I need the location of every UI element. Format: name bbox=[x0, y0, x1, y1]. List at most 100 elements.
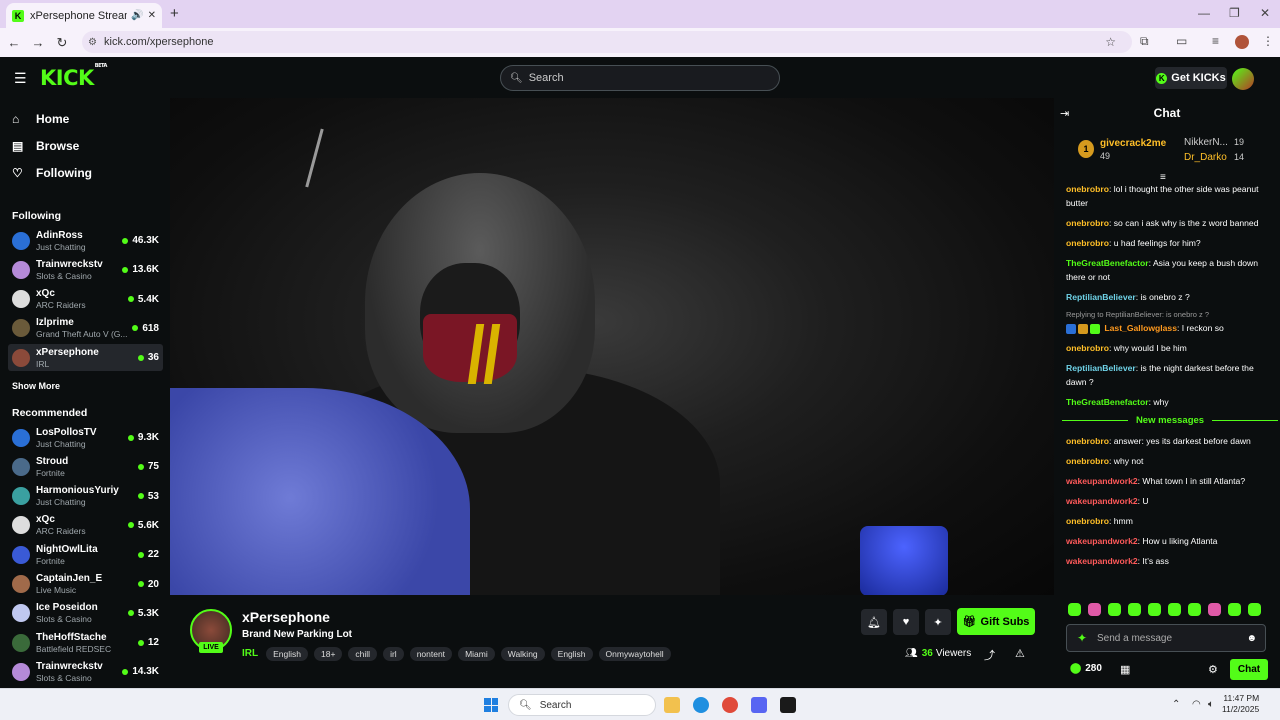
close-window-icon[interactable]: ✕ bbox=[1260, 6, 1270, 20]
kick-logo[interactable]: KICKBETA bbox=[40, 63, 107, 90]
media-control-icon[interactable]: ≡ bbox=[1212, 34, 1219, 48]
emoji-icon[interactable]: ☻ bbox=[1246, 633, 1257, 644]
minimize-icon[interactable]: — bbox=[1198, 6, 1210, 20]
browser-profile-avatar[interactable] bbox=[1235, 35, 1249, 49]
stream-tag[interactable]: English bbox=[550, 647, 593, 661]
sidebar-channel[interactable]: LosPollosTV Just Chatting 9.3K bbox=[8, 424, 163, 451]
stream-tag[interactable]: 18+ bbox=[314, 647, 343, 661]
sidebar-channel[interactable]: HarmoniousYuriy Just Chatting 53 bbox=[8, 483, 163, 510]
taskbar-search[interactable]: 🔍︎ Search bbox=[508, 694, 656, 716]
stream-tag[interactable]: irl bbox=[383, 647, 404, 661]
windows-start-icon[interactable] bbox=[484, 698, 498, 712]
nav-browse[interactable]: ▤ Browse bbox=[12, 139, 79, 153]
chat-username[interactable]: onebrobro bbox=[1066, 436, 1109, 446]
sidebar-channel[interactable]: Trainwreckstv Slots & Casino 14.3K bbox=[8, 658, 163, 685]
chat-input[interactable]: ✦ Send a message ☻ bbox=[1066, 624, 1266, 652]
wifi-icon[interactable]: ◠ bbox=[1192, 699, 1201, 710]
emote-icon[interactable] bbox=[1068, 603, 1081, 616]
chat-username[interactable]: Last_Gallowglass bbox=[1104, 323, 1177, 333]
file-explorer-icon[interactable] bbox=[664, 697, 680, 713]
site-info-icon[interactable]: ⚙ bbox=[88, 37, 97, 48]
emote-icon[interactable] bbox=[1248, 603, 1261, 616]
stream-tag[interactable]: English bbox=[266, 647, 308, 661]
get-kicks-button[interactable]: K Get KICKs bbox=[1155, 67, 1227, 89]
chat-username[interactable]: onebrobro bbox=[1066, 184, 1109, 194]
streamer-name[interactable]: xPersephone bbox=[242, 609, 330, 625]
sparkle-icon[interactable]: ✦ bbox=[1077, 631, 1087, 645]
stream-tag[interactable]: chill bbox=[348, 647, 378, 661]
bookmark-star-icon[interactable]: ☆ bbox=[1105, 35, 1116, 49]
sidebar-channel[interactable]: NightOwlLita Fortnite 22 bbox=[8, 541, 163, 568]
chat-username[interactable]: wakeupandwork2 bbox=[1066, 496, 1138, 506]
sidebar-channel[interactable]: xQc ARC Raiders 5.6K bbox=[8, 512, 163, 539]
leader-name[interactable]: Dr_Darko bbox=[1184, 152, 1227, 163]
report-icon[interactable]: ⚠ bbox=[1015, 647, 1025, 660]
notification-bell-button[interactable]: 🔔︎ bbox=[861, 609, 887, 635]
follow-button[interactable]: ♥ bbox=[893, 609, 919, 635]
new-tab-button[interactable]: + bbox=[170, 5, 179, 22]
sparkle-button[interactable]: ✦ bbox=[925, 609, 951, 635]
chat-username[interactable]: onebrobro bbox=[1066, 238, 1109, 248]
emote-icon[interactable] bbox=[1228, 603, 1241, 616]
emote-icon[interactable] bbox=[1108, 603, 1121, 616]
stream-tag[interactable]: Walking bbox=[500, 647, 545, 661]
sidebar-channel[interactable]: Trainwreckstv Slots & Casino 13.6K bbox=[8, 256, 163, 283]
chat-username[interactable]: onebrobro bbox=[1066, 218, 1109, 228]
volume-icon[interactable]: 🔈︎ bbox=[1208, 699, 1214, 710]
gift-subs-button[interactable]: 🎁︎ Gift Subs bbox=[957, 608, 1035, 635]
category-link[interactable]: IRL bbox=[242, 648, 258, 659]
gear-icon[interactable]: ⚙ bbox=[1208, 663, 1218, 676]
sidebar-channel[interactable]: AdinRoss Just Chatting 46.3K bbox=[8, 227, 163, 254]
video-player[interactable] bbox=[170, 98, 1054, 595]
share-icon[interactable]: ⤴ bbox=[984, 647, 995, 663]
tray-chevron-icon[interactable]: ⌃ bbox=[1172, 699, 1180, 710]
menu-icon[interactable]: ☰ bbox=[14, 70, 27, 87]
chat-username[interactable]: wakeupandwork2 bbox=[1066, 476, 1138, 486]
nav-home[interactable]: ⌂ Home bbox=[12, 112, 69, 126]
back-icon[interactable]: ← bbox=[2, 35, 26, 50]
emote-icon[interactable] bbox=[1208, 603, 1221, 616]
url-bar[interactable]: ⚙ kick.com/xpersephone ☆ bbox=[82, 31, 1132, 53]
sidebar-channel[interactable]: Izlprime Grand Theft Auto V (G... 618 bbox=[8, 315, 163, 342]
speaker-icon[interactable]: 🔊 bbox=[131, 10, 143, 21]
close-tab-icon[interactable]: ✕ bbox=[148, 10, 156, 21]
kick-app-icon[interactable] bbox=[780, 697, 796, 713]
store-icon[interactable]: ▦ bbox=[1120, 663, 1130, 676]
sidebar-channel[interactable]: Stroud Fortnite 75 bbox=[8, 453, 163, 480]
leader-name[interactable]: givecrack2me bbox=[1100, 138, 1166, 149]
emote-icon[interactable] bbox=[1188, 603, 1201, 616]
emote-icon[interactable] bbox=[1088, 603, 1101, 616]
chat-username[interactable]: ReptilianBeliever bbox=[1066, 292, 1136, 302]
chat-username[interactable]: onebrobro bbox=[1066, 343, 1109, 353]
maximize-icon[interactable]: ❐ bbox=[1229, 6, 1240, 20]
chrome-icon[interactable] bbox=[722, 697, 738, 713]
sidebar-channel[interactable]: TheHoffStache Battlefield REDSEC 12 bbox=[8, 629, 163, 656]
edge-icon[interactable] bbox=[693, 697, 709, 713]
chat-username[interactable]: wakeupandwork2 bbox=[1066, 556, 1138, 566]
chat-username[interactable]: TheGreatBenefactor bbox=[1066, 397, 1149, 407]
sidebar-channel[interactable]: xPersephone IRL 36 bbox=[8, 344, 163, 372]
chat-username[interactable]: onebrobro bbox=[1066, 516, 1109, 526]
nav-following[interactable]: ♡ Following bbox=[12, 166, 92, 180]
sidebar-channel[interactable]: xQc ARC Raiders 5.4K bbox=[8, 286, 163, 313]
reload-icon[interactable]: ↻ bbox=[50, 35, 74, 51]
chat-username[interactable]: onebrobro bbox=[1066, 456, 1109, 466]
sidebar-channel[interactable]: CaptainJen_E Live Music 20 bbox=[8, 571, 163, 598]
chat-username[interactable]: wakeupandwork2 bbox=[1066, 536, 1138, 546]
sidebar-channel[interactable]: Ice Poseidon Slots & Casino 5.3K bbox=[8, 600, 163, 627]
system-clock[interactable]: 11:47 PM 11/2/2025 bbox=[1222, 693, 1259, 715]
user-avatar[interactable] bbox=[1232, 68, 1254, 90]
emote-icon[interactable] bbox=[1148, 603, 1161, 616]
discord-icon[interactable] bbox=[751, 697, 767, 713]
browser-tab[interactable]: K xPersephone Stream - Wat 🔊 ✕ bbox=[6, 3, 162, 28]
extensions-icon[interactable]: ⧉ bbox=[1140, 34, 1149, 49]
chat-username[interactable]: TheGreatBenefactor bbox=[1066, 258, 1149, 268]
show-more-link[interactable]: Show More bbox=[12, 381, 60, 391]
channel-points[interactable]: ⬤ 280 bbox=[1070, 663, 1102, 674]
search-input[interactable]: 🔍︎ Search bbox=[500, 65, 780, 91]
send-chat-button[interactable]: Chat bbox=[1230, 659, 1268, 680]
stream-tag[interactable]: Onmywaytohell bbox=[598, 647, 671, 661]
stream-tag[interactable]: nontent bbox=[409, 647, 453, 661]
stream-tag[interactable]: Miami bbox=[458, 647, 495, 661]
browser-menu-icon[interactable]: ⋮ bbox=[1262, 34, 1274, 48]
